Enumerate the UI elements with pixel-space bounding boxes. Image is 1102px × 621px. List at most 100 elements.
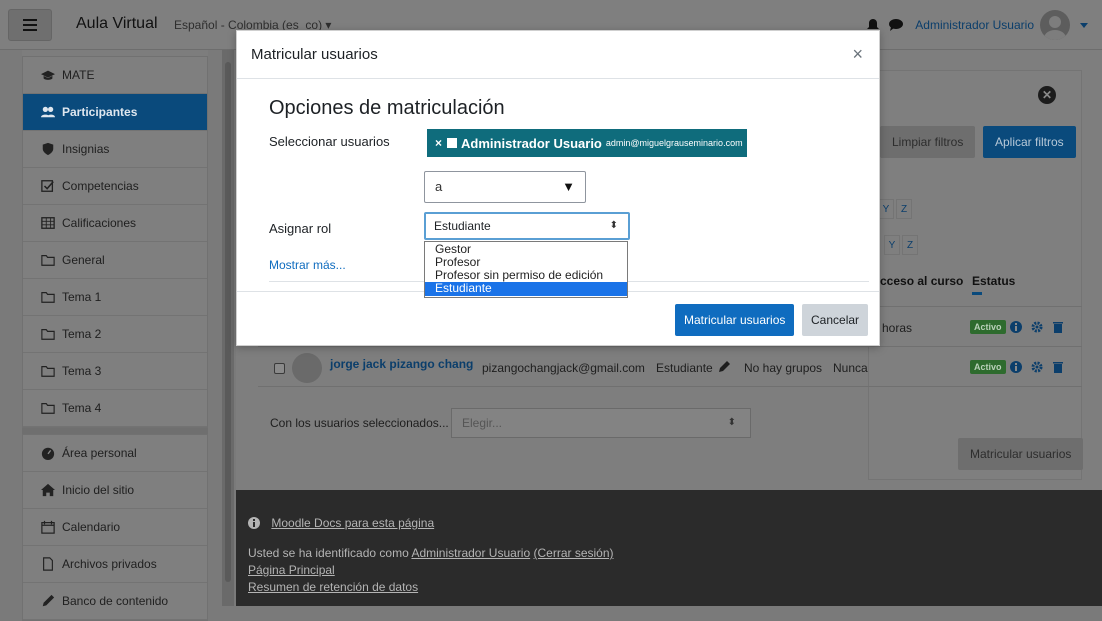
logged-in-text: Usted se ha identificado como	[248, 546, 412, 560]
shield-icon	[42, 142, 54, 156]
cancel-button[interactable]: Cancelar	[802, 304, 869, 336]
participant-groups: No hay grupos	[744, 361, 823, 375]
drawer-item-label: General	[62, 253, 105, 267]
site-brand[interactable]: Aula Virtual	[76, 15, 158, 33]
bulk-action-placeholder: Elegir...	[462, 416, 503, 430]
caret-down-icon[interactable]: ▼	[562, 172, 575, 202]
role-option-estudiante[interactable]: Estudiante	[425, 282, 627, 296]
row2-actions	[1010, 361, 1064, 373]
user-picture-icon	[447, 138, 458, 148]
users-icon	[41, 106, 55, 118]
drawer-item-label: Insignias	[62, 142, 110, 156]
drawer-item-participantes[interactable]: Participantes	[23, 94, 207, 131]
assign-role-label: Asignar rol	[269, 221, 332, 236]
select-arrows-icon: ⬍	[609, 220, 618, 231]
edit-pencil-icon[interactable]	[718, 361, 730, 373]
menu-toggle-button[interactable]	[8, 9, 52, 41]
avatar	[292, 353, 322, 383]
trash-icon[interactable]	[1052, 321, 1064, 333]
status-badge: Activo	[970, 360, 1006, 374]
drawer-item-archivos-privados[interactable]: Archivos privados	[23, 546, 207, 583]
gear-icon[interactable]	[1031, 361, 1043, 373]
assign-role-select[interactable]: Estudiante ⬍	[424, 212, 630, 240]
last-name-letter-filter: YZ	[884, 235, 920, 255]
dashboard-icon	[41, 447, 55, 460]
drawer-item-tema-1[interactable]: Tema 1	[23, 279, 207, 316]
file-icon	[43, 557, 53, 571]
letter-z[interactable]: Z	[902, 235, 918, 255]
home-icon	[41, 483, 55, 497]
user-avatar[interactable]	[1040, 10, 1070, 40]
drawer-item-area-personal[interactable]: Área personal	[23, 435, 207, 472]
role-select-value: Estudiante	[434, 219, 491, 233]
row1-last-access: horas	[882, 321, 913, 335]
drawer-item-mate[interactable]: MATE	[23, 57, 207, 94]
user-search-value: a	[435, 179, 443, 194]
remove-user-icon[interactable]: ×	[435, 136, 442, 150]
drawer-item-label: Archivos privados	[62, 557, 157, 571]
home-page-link[interactable]: Página Principal	[248, 563, 335, 577]
drawer-item-general[interactable]: General	[23, 242, 207, 279]
drawer-scrollbar[interactable]	[222, 50, 234, 606]
drawer-item-inicio-del-sitio[interactable]: Inicio del sitio	[23, 472, 207, 509]
participant-last-access: Nunca	[833, 361, 868, 375]
info-icon[interactable]	[1010, 361, 1022, 373]
clear-filters-button[interactable]: Limpiar filtros	[880, 126, 976, 158]
info-icon[interactable]	[1010, 321, 1022, 333]
letter-y[interactable]: Y	[884, 235, 900, 255]
selected-user-email: admin@miguelgrauseminario.com	[605, 138, 743, 148]
checkbox-icon	[41, 180, 54, 192]
letter-y[interactable]: Y	[878, 199, 894, 219]
participant-name-link[interactable]: jorge jack pizango chang	[330, 357, 473, 371]
graduation-cap-icon	[41, 70, 55, 80]
drawer-item-calendario[interactable]: Calendario	[23, 509, 207, 546]
close-filter-icon[interactable]: ✕	[1038, 86, 1056, 104]
drawer-item-tema-2[interactable]: Tema 2	[23, 316, 207, 353]
caret-down-icon[interactable]	[1080, 22, 1088, 28]
table-icon	[41, 217, 55, 229]
column-status[interactable]: Estatus	[972, 274, 1015, 288]
show-more-link[interactable]: Mostrar más...	[269, 258, 346, 272]
selected-user-name: Administrador Usuario	[461, 135, 602, 151]
select-users-label: Seleccionar usuarios	[269, 134, 390, 149]
close-icon[interactable]: ×	[852, 45, 863, 63]
apply-filters-button[interactable]: Aplicar filtros	[983, 126, 1076, 158]
sort-indicator	[972, 292, 982, 295]
folder-icon	[41, 403, 55, 414]
user-menu-name[interactable]: Administrador Usuario	[915, 18, 1034, 32]
user-search-input[interactable]: a ▼	[424, 171, 586, 203]
folder-icon	[41, 292, 55, 303]
calendar-icon	[41, 520, 55, 534]
moodle-docs-link[interactable]: Moodle Docs para esta página	[271, 516, 434, 530]
chat-icon[interactable]	[889, 19, 904, 31]
drawer-item-tema-3[interactable]: Tema 3	[23, 353, 207, 390]
enrol-users-button[interactable]: Matricular usuarios	[675, 304, 795, 336]
trash-icon[interactable]	[1052, 361, 1064, 373]
info-icon	[248, 517, 260, 529]
participant-role: Estudiante	[656, 361, 713, 375]
drawer-item-banco-de-contenido[interactable]: Banco de contenido	[23, 583, 207, 620]
footer-user-link[interactable]: Administrador Usuario	[411, 546, 530, 560]
column-last-access[interactable]: cceso al curso	[880, 274, 963, 288]
drawer-item-label: Calendario	[62, 520, 121, 534]
row-select-checkbox[interactable]	[274, 363, 285, 374]
logout-link[interactable]: (Cerrar sesión)	[534, 546, 614, 560]
bulk-action-select[interactable]: Elegir... ⬍	[451, 408, 751, 438]
enrol-users-page-button[interactable]: Matricular usuarios	[958, 438, 1084, 470]
folder-icon	[41, 329, 55, 340]
course-nav-group: MATE Participantes Insignias Competencia…	[22, 56, 208, 428]
select-arrows-icon: ⬍	[727, 417, 736, 428]
page-footer: Moodle Docs para esta página Usted se ha…	[236, 490, 1102, 606]
data-retention-link[interactable]: Resumen de retención de datos	[248, 580, 418, 594]
drawer-item-calificaciones[interactable]: Calificaciones	[23, 205, 207, 242]
drawer-item-competencias[interactable]: Competencias	[23, 168, 207, 205]
modal-header: Matricular usuarios ×	[237, 31, 879, 79]
drawer-item-label: Área personal	[62, 446, 137, 460]
drawer-item-tema-4[interactable]: Tema 4	[23, 390, 207, 427]
gear-icon[interactable]	[1031, 321, 1043, 333]
first-name-letter-filter: YZ	[878, 199, 914, 219]
folder-icon	[41, 366, 55, 377]
drawer-item-insignias[interactable]: Insignias	[23, 131, 207, 168]
selected-user-chip[interactable]: × Administrador Usuario admin@miguelgrau…	[427, 129, 747, 157]
letter-z[interactable]: Z	[896, 199, 912, 219]
